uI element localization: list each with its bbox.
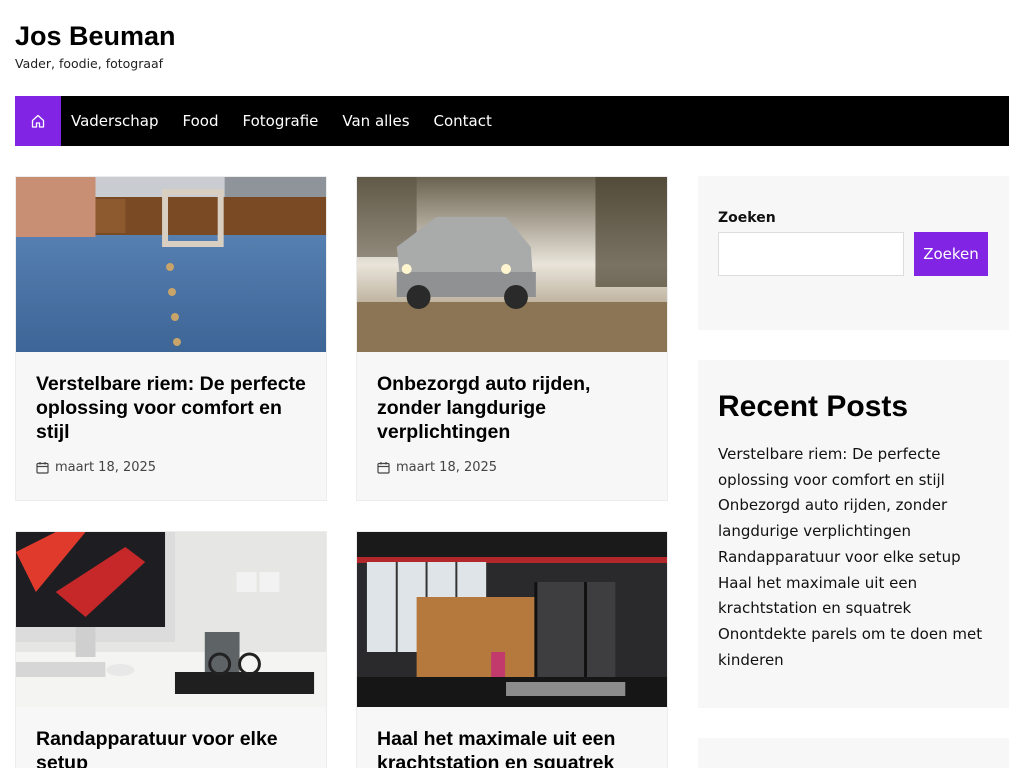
site-title[interactable]: Jos Beuman <box>15 18 176 54</box>
site-header: Jos Beuman Vader, foodie, fotograaf <box>15 18 176 71</box>
nav-item-food[interactable]: Food <box>183 112 219 130</box>
recent-post-link[interactable]: Verstelbare riem: De perfecte oplossing … <box>718 442 989 493</box>
recent-post-link[interactable]: Randapparatuur voor elke setup <box>718 545 989 571</box>
belt-jeans-image[interactable] <box>16 177 326 352</box>
recent-posts-widget: Recent Posts Verstelbare riem: De perfec… <box>698 360 1009 708</box>
post-card: Haal het maximale uit een krachtstation … <box>356 531 668 768</box>
nav-item-contact[interactable]: Contact <box>434 112 492 130</box>
gym-image[interactable] <box>357 532 667 707</box>
recent-posts-title: Recent Posts <box>718 390 909 423</box>
recent-post-link[interactable]: Haal het maximale uit een krachtstation … <box>718 571 989 622</box>
recent-post-link[interactable]: Onontdekte parels om te doen met kindere… <box>718 622 989 673</box>
main-navigation: Vaderschap Food Fotografie Van alles Con… <box>15 96 1009 146</box>
post-date[interactable]: maart 18, 2025 <box>55 460 156 475</box>
desk-setup-image[interactable] <box>16 532 326 707</box>
nav-item-fotografie[interactable]: Fotografie <box>242 112 318 130</box>
post-date[interactable]: maart 18, 2025 <box>396 460 497 475</box>
post-meta: maart 18, 2025 <box>377 460 647 475</box>
search-widget: Zoeken Zoeken <box>698 176 1009 330</box>
post-card: Onbezorgd auto rijden, zonder langdurige… <box>356 176 668 501</box>
nav-home-button[interactable] <box>15 96 61 146</box>
post-title[interactable]: Randapparatuur voor elke setup <box>36 727 306 768</box>
search-button[interactable]: Zoeken <box>914 232 988 276</box>
search-input[interactable] <box>718 232 904 276</box>
recent-post-link[interactable]: Onbezorgd auto rijden, zonder langdurige… <box>718 493 989 544</box>
post-card: Verstelbare riem: De perfecte oplossing … <box>15 176 327 501</box>
nav-item-vaderschap[interactable]: Vaderschap <box>71 112 159 130</box>
nav-item-van-alles[interactable]: Van alles <box>342 112 409 130</box>
post-title[interactable]: Haal het maximale uit een krachtstation … <box>377 727 647 768</box>
post-card: Randapparatuur voor elke setup <box>15 531 327 768</box>
suv-field-image[interactable] <box>357 177 667 352</box>
calendar-icon <box>36 462 49 474</box>
calendar-icon <box>377 462 390 474</box>
post-meta: maart 18, 2025 <box>36 460 306 475</box>
search-label: Zoeken <box>718 210 776 226</box>
sidebar-widget <box>698 738 1009 768</box>
site-tagline: Vader, foodie, fotograaf <box>15 56 164 71</box>
home-icon <box>31 114 45 128</box>
post-title[interactable]: Verstelbare riem: De perfecte oplossing … <box>36 372 306 444</box>
recent-posts-list: Verstelbare riem: De perfecte oplossing … <box>718 442 989 673</box>
post-title[interactable]: Onbezorgd auto rijden, zonder langdurige… <box>377 372 647 444</box>
